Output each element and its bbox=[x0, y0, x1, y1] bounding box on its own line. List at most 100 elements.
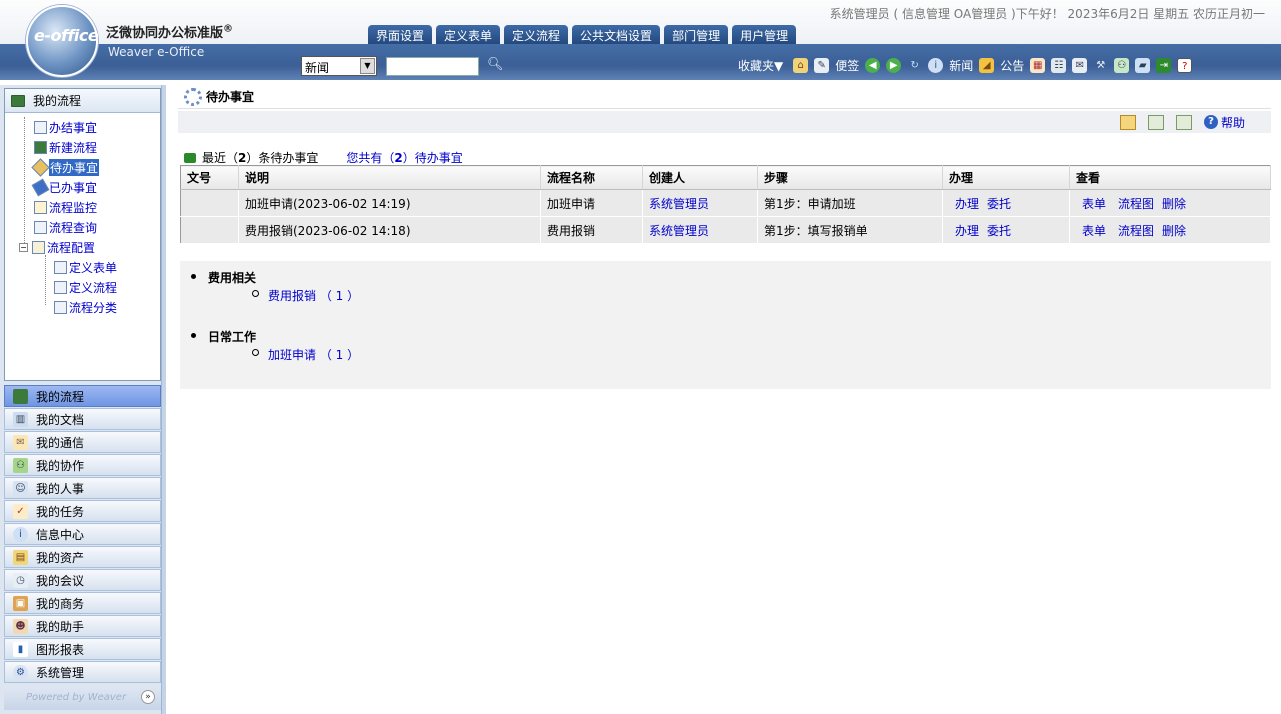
handle-link[interactable]: 办理 bbox=[955, 224, 979, 238]
tree-item-new-flow[interactable]: 新建流程 bbox=[34, 139, 97, 156]
cell-step: 第1步：填写报销单 bbox=[757, 216, 943, 244]
product-name-en: Weaver e-Office bbox=[108, 45, 205, 59]
news-link[interactable]: 新闻 bbox=[949, 57, 973, 74]
panel-splitter[interactable] bbox=[161, 85, 166, 714]
notice-link[interactable]: 公告 bbox=[1000, 57, 1024, 74]
tab-public-doc-settings[interactable]: 公共文档设置 bbox=[572, 25, 661, 44]
menu-my-docs[interactable]: ▥ 我的文档 bbox=[4, 408, 161, 430]
left-panel: 我的流程 办结事宜 新建流程 待办事宜 已办事宜 流程监控 流程查询 − 流程配置… bbox=[0, 85, 166, 714]
megaphone-icon[interactable]: ◢ bbox=[979, 58, 995, 73]
top-tabs: 界面设置 定义表单 定义流程 公共文档设置 部门管理 用户管理 bbox=[368, 25, 797, 44]
menu-my-comm[interactable]: ✉ 我的通信 bbox=[4, 431, 161, 453]
handle-link[interactable]: 办理 bbox=[955, 197, 979, 211]
col-view[interactable]: 查看 bbox=[1069, 165, 1271, 190]
menu-my-assistant[interactable]: ☻ 我的助手 bbox=[4, 615, 161, 637]
menu-my-collab[interactable]: ⚇ 我的协作 bbox=[4, 454, 161, 476]
help-button[interactable]: ? 帮助 bbox=[1203, 114, 1245, 131]
home-icon[interactable]: ⌂ bbox=[793, 58, 809, 73]
export-icon[interactable] bbox=[1147, 114, 1164, 130]
menu-info-center[interactable]: i 信息中心 bbox=[4, 523, 161, 545]
menu-my-meetings[interactable]: ◷ 我的会议 bbox=[4, 569, 161, 591]
creator-link[interactable]: 系统管理员 bbox=[649, 197, 709, 211]
tab-define-form[interactable]: 定义表单 bbox=[436, 25, 501, 44]
col-handle[interactable]: 办理 bbox=[942, 165, 1070, 190]
tree-item-query[interactable]: 流程查询 bbox=[34, 219, 97, 236]
flowchart-link[interactable]: 流程图 bbox=[1118, 224, 1154, 238]
powered-by: Powered by Weaver» bbox=[4, 686, 161, 710]
form-link[interactable]: 表单 bbox=[1082, 197, 1106, 211]
tree-item-done[interactable]: 已办事宜 bbox=[31, 178, 97, 197]
menu-my-tasks[interactable]: ✓ 我的任务 bbox=[4, 500, 161, 522]
document-icon bbox=[54, 261, 67, 274]
users-icon[interactable]: ⚇ bbox=[1114, 58, 1130, 73]
tree-header[interactable]: 我的流程 bbox=[5, 89, 160, 113]
category-item-expense[interactable]: 费用报销 （ 1 ） bbox=[251, 287, 359, 304]
collab-icon: ⚇ bbox=[13, 457, 28, 473]
tree-item-config[interactable]: − 流程配置 bbox=[19, 239, 95, 256]
gear-icon: ⚙ bbox=[13, 664, 28, 680]
tab-department-mgmt[interactable]: 部门管理 bbox=[664, 25, 729, 44]
delegate-link[interactable]: 委托 bbox=[987, 197, 1011, 211]
briefcase-icon: ▣ bbox=[13, 595, 28, 611]
tab-ui-settings[interactable]: 界面设置 bbox=[368, 25, 433, 44]
tree-item-flow-category[interactable]: 流程分类 bbox=[54, 299, 117, 316]
delegate-link[interactable]: 委托 bbox=[987, 224, 1011, 238]
cell-doc-no bbox=[180, 189, 239, 217]
delete-link[interactable]: 删除 bbox=[1162, 197, 1186, 211]
cell-handle: 办理 委托 bbox=[942, 189, 1070, 217]
forward-icon[interactable]: ▶ bbox=[886, 58, 902, 73]
expand-icon[interactable]: » bbox=[141, 690, 155, 704]
category-group: 费用相关 bbox=[190, 271, 257, 285]
delete-link[interactable]: 删除 bbox=[1162, 224, 1186, 238]
tab-define-flow[interactable]: 定义流程 bbox=[504, 25, 569, 44]
search-category-select[interactable]: 新闻 ▼ bbox=[301, 56, 377, 76]
menu-my-assets[interactable]: ▤ 我的资产 bbox=[4, 546, 161, 568]
col-creator[interactable]: 创建人 bbox=[642, 165, 758, 190]
cell-view: 表单 流程图 删除 bbox=[1069, 216, 1271, 244]
search-icon[interactable]: 🔍︎ bbox=[487, 57, 504, 72]
refresh-icon[interactable]: ↻ bbox=[907, 58, 922, 73]
tree-item-define-flow[interactable]: 定义流程 bbox=[54, 279, 117, 296]
address-book-icon[interactable]: ☷ bbox=[1051, 58, 1067, 73]
search-input[interactable] bbox=[386, 57, 479, 76]
back-icon[interactable]: ◀ bbox=[865, 58, 881, 73]
cell-description: 加班申请(2023-06-02 14:19) bbox=[238, 189, 541, 217]
menu-charts[interactable]: ▮ 图形报表 bbox=[4, 638, 161, 660]
tree-item-monitor[interactable]: 流程监控 bbox=[34, 199, 97, 216]
info-icon[interactable]: i bbox=[928, 58, 944, 73]
calendar-icon[interactable]: ▦ bbox=[1030, 58, 1046, 73]
note-icon[interactable]: ✎ bbox=[814, 58, 830, 73]
total-pending-link[interactable]: 您共有（2）待办事宜 bbox=[346, 149, 462, 166]
cell-creator: 系统管理员 bbox=[642, 189, 758, 217]
book-icon[interactable]: ▰ bbox=[1135, 58, 1151, 73]
tree-item-finished[interactable]: 办结事宜 bbox=[34, 119, 97, 136]
creator-link[interactable]: 系统管理员 bbox=[649, 224, 709, 238]
favorites-menu[interactable]: 收藏夹▼ bbox=[738, 57, 783, 74]
tree-item-define-form[interactable]: 定义表单 bbox=[54, 259, 117, 276]
tree-item-pending[interactable]: 待办事宜 bbox=[31, 158, 100, 177]
tab-user-mgmt[interactable]: 用户管理 bbox=[732, 25, 797, 44]
col-description[interactable]: 说明 bbox=[238, 165, 541, 190]
wrench-icon[interactable]: ⚒ bbox=[1093, 58, 1108, 73]
category-group: 日常工作 bbox=[190, 330, 257, 344]
menu-my-business[interactable]: ▣ 我的商务 bbox=[4, 592, 161, 614]
menu-my-flow[interactable]: 我的流程 bbox=[4, 385, 161, 407]
cell-step: 第1步：申请加班 bbox=[757, 189, 943, 217]
image-icon[interactable] bbox=[1175, 114, 1192, 130]
collapse-toggle[interactable]: − bbox=[19, 243, 28, 252]
folder-star-icon[interactable] bbox=[1119, 114, 1136, 130]
col-flow-name[interactable]: 流程名称 bbox=[540, 165, 643, 190]
category-item-overtime[interactable]: 加班申请 （ 1 ） bbox=[251, 346, 359, 363]
help-question-icon[interactable]: ? bbox=[1177, 58, 1193, 73]
assistant-icon: ☻ bbox=[13, 618, 28, 634]
menu-my-hr[interactable]: ☺ 我的人事 bbox=[4, 477, 161, 499]
logout-icon[interactable]: ⇥ bbox=[1156, 58, 1172, 73]
menu-system-admin[interactable]: ⚙ 系统管理 bbox=[4, 661, 161, 683]
form-link[interactable]: 表单 bbox=[1082, 224, 1106, 238]
col-step[interactable]: 步骤 bbox=[757, 165, 943, 190]
note-link[interactable]: 便签 bbox=[835, 57, 859, 74]
col-doc-no[interactable]: 文号 bbox=[180, 165, 239, 190]
arrow-right-icon bbox=[184, 152, 196, 163]
mail-icon[interactable]: ✉ bbox=[1072, 58, 1088, 73]
flowchart-link[interactable]: 流程图 bbox=[1118, 197, 1154, 211]
